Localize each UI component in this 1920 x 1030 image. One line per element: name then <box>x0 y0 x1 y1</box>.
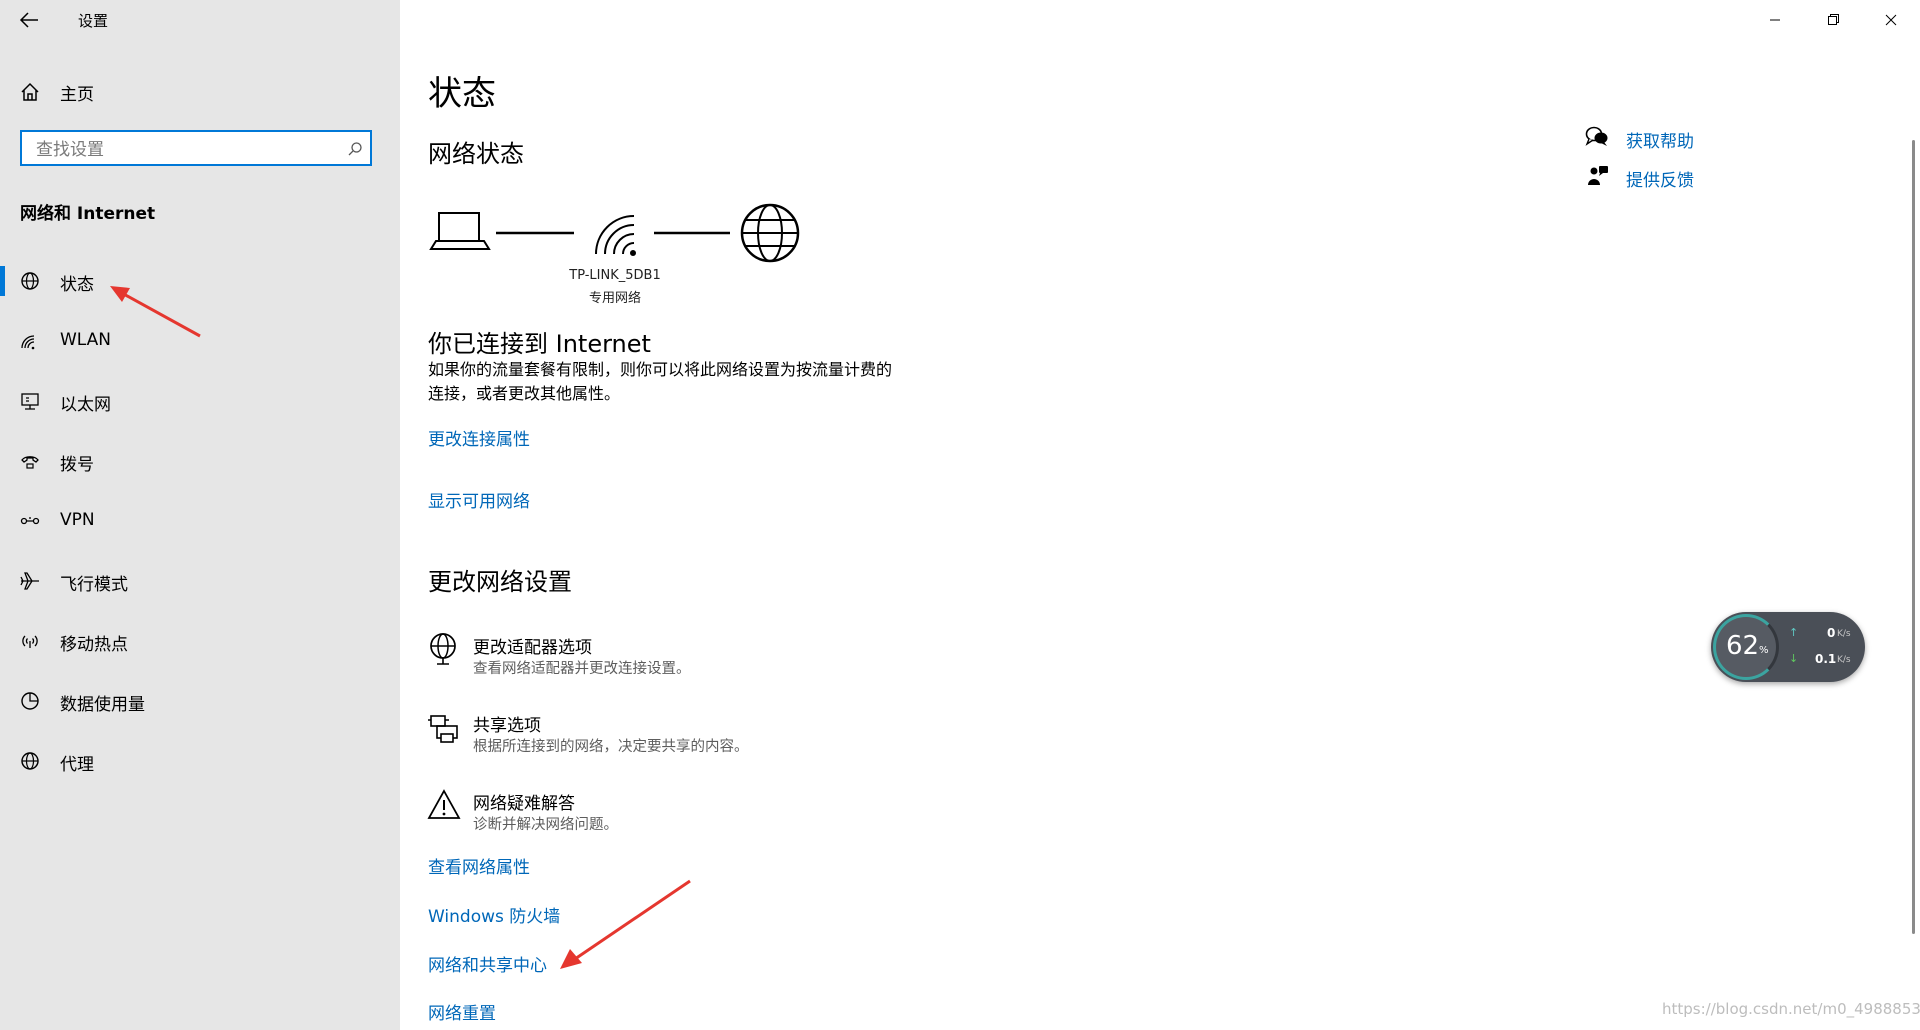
usage-percent: 62 <box>1726 631 1760 661</box>
sidebar-item-data-usage-label: 数据使用量 <box>60 695 145 715</box>
troubleshoot-desc: 诊断并解决网络问题。 <box>473 817 618 833</box>
search-input[interactable] <box>34 136 338 164</box>
sharing-options-item[interactable]: 共享选项 根据所连接到的网络，决定要共享的内容。 <box>425 706 925 756</box>
watermark: https://blog.csdn.net/m0_49888533 <box>1662 1000 1920 1018</box>
download-arrow-icon: ↓ <box>1789 652 1799 665</box>
upload-arrow-icon: ↑ <box>1789 626 1799 639</box>
show-available-networks-link[interactable]: 显示可用网络 <box>428 487 530 512</box>
sidebar-item-dialup-label: 拨号 <box>60 455 94 475</box>
connected-desc-line1: 如果你的流量套餐有限制，则你可以将此网络设置为按流量计费的 <box>428 360 893 379</box>
scrollbar[interactable] <box>1912 140 1915 934</box>
page-title: 状态 <box>428 74 496 114</box>
network-status-heading: 网络状态 <box>428 140 524 168</box>
get-help-link[interactable]: 获取帮助 <box>1626 127 1694 152</box>
adapter-globe-icon <box>430 633 456 665</box>
change-connection-properties-link[interactable]: 更改连接属性 <box>428 425 530 450</box>
usage-percent-unit: % <box>1759 645 1769 656</box>
annotation-arrow-sharing-center <box>560 879 691 969</box>
sharing-printer-icon <box>428 715 458 743</box>
troubleshoot-item[interactable]: 网络疑难解答 诊断并解决网络问题。 <box>425 784 925 834</box>
sidebar-home-label: 主页 <box>60 85 94 105</box>
vpn-icon <box>20 517 40 525</box>
restore-button[interactable] <box>1804 0 1862 40</box>
minimize-button[interactable] <box>1746 0 1804 40</box>
feedback-person-icon <box>1588 166 1608 185</box>
hotspot-icon <box>22 635 38 648</box>
change-settings-heading: 更改网络设置 <box>428 568 572 596</box>
sidebar-item-vpn-label: VPN <box>60 510 95 530</box>
dialup-icon <box>21 456 39 469</box>
feedback-link[interactable]: 提供反馈 <box>1626 166 1694 191</box>
network-speed-widget[interactable]: 62 % ↑ 0 K/s ↓ 0.1 K/s <box>1711 612 1865 682</box>
sidebar-item-proxy[interactable]: 代理 <box>0 736 400 788</box>
windows-firewall-link[interactable]: Windows 防火墙 <box>428 902 560 927</box>
sidebar-item-airplane[interactable]: 飞行模式 <box>0 556 400 608</box>
network-diagram <box>429 203 800 263</box>
internet-globe-icon <box>740 203 800 263</box>
airplane-icon <box>20 572 39 590</box>
sidebar: 设置 主页 网络和 Internet 状态 WLAN <box>0 0 400 1030</box>
network-type: 专用网络 <box>588 291 641 306</box>
laptop-icon <box>429 212 491 250</box>
network-sharing-center-link[interactable]: 网络和共享中心 <box>428 951 547 976</box>
help-chat-icon <box>1585 126 1608 146</box>
sidebar-item-ethernet-label: 以太网 <box>60 395 111 415</box>
download-unit: K/s <box>1837 655 1851 665</box>
feedback-row[interactable]: 提供反馈 <box>1582 163 1782 193</box>
sidebar-item-vpn[interactable]: VPN <box>0 496 400 548</box>
sharing-options-title: 共享选项 <box>473 716 541 736</box>
annotation-arrow-status <box>110 286 201 338</box>
close-icon <box>1885 14 1897 26</box>
sidebar-item-status-label: 状态 <box>60 275 94 295</box>
sidebar-item-data-usage[interactable]: 数据使用量 <box>0 676 400 728</box>
ethernet-icon <box>21 393 39 410</box>
sharing-options-desc: 根据所连接到的网络，决定要共享的内容。 <box>473 739 749 755</box>
adapter-options-desc: 查看网络适配器并更改连接设置。 <box>473 661 691 677</box>
connected-desc-line2: 连接，或者更改其他属性。 <box>428 384 621 403</box>
upload-unit: K/s <box>1837 629 1851 639</box>
restore-icon <box>1828 14 1839 25</box>
adapter-options-item[interactable]: 更改适配器选项 查看网络适配器并更改连接设置。 <box>425 628 925 678</box>
sidebar-item-ethernet[interactable]: 以太网 <box>0 376 400 428</box>
minimize-icon <box>1770 19 1780 21</box>
network-reset-link[interactable]: 网络重置 <box>428 999 496 1024</box>
view-network-properties-link[interactable]: 查看网络属性 <box>428 853 530 878</box>
adapter-options-title: 更改适配器选项 <box>473 638 592 658</box>
sidebar-home[interactable]: 主页 <box>0 66 400 118</box>
network-name: TP-LINK_5DB1 <box>569 268 661 283</box>
sidebar-section-title: 网络和 Internet <box>20 204 156 224</box>
close-button[interactable] <box>1862 0 1920 40</box>
connected-heading: 你已连接到 Internet <box>428 330 651 358</box>
data-usage-icon <box>21 692 39 710</box>
troubleshoot-title: 网络疑难解答 <box>473 794 575 814</box>
back-arrow-icon[interactable] <box>18 10 40 30</box>
sidebar-item-airplane-label: 飞行模式 <box>60 575 128 595</box>
get-help-row[interactable]: 获取帮助 <box>1582 124 1782 154</box>
proxy-globe-icon <box>21 752 39 770</box>
sidebar-item-hotspot[interactable]: 移动热点 <box>0 616 400 668</box>
window-title: 设置 <box>78 12 109 30</box>
sidebar-item-hotspot-label: 移动热点 <box>60 635 128 655</box>
wifi-icon <box>21 335 35 350</box>
globe-status-icon <box>21 272 39 290</box>
download-value: 0.1 <box>1815 652 1837 666</box>
search-box <box>20 130 372 166</box>
warning-triangle-icon <box>427 789 461 819</box>
home-icon <box>21 82 39 101</box>
search-icon[interactable] <box>347 141 363 157</box>
sidebar-item-proxy-label: 代理 <box>60 755 94 775</box>
wifi-signal-icon <box>595 215 636 256</box>
sidebar-item-dialup[interactable]: 拨号 <box>0 436 400 488</box>
upload-value: 0 <box>1827 626 1836 640</box>
